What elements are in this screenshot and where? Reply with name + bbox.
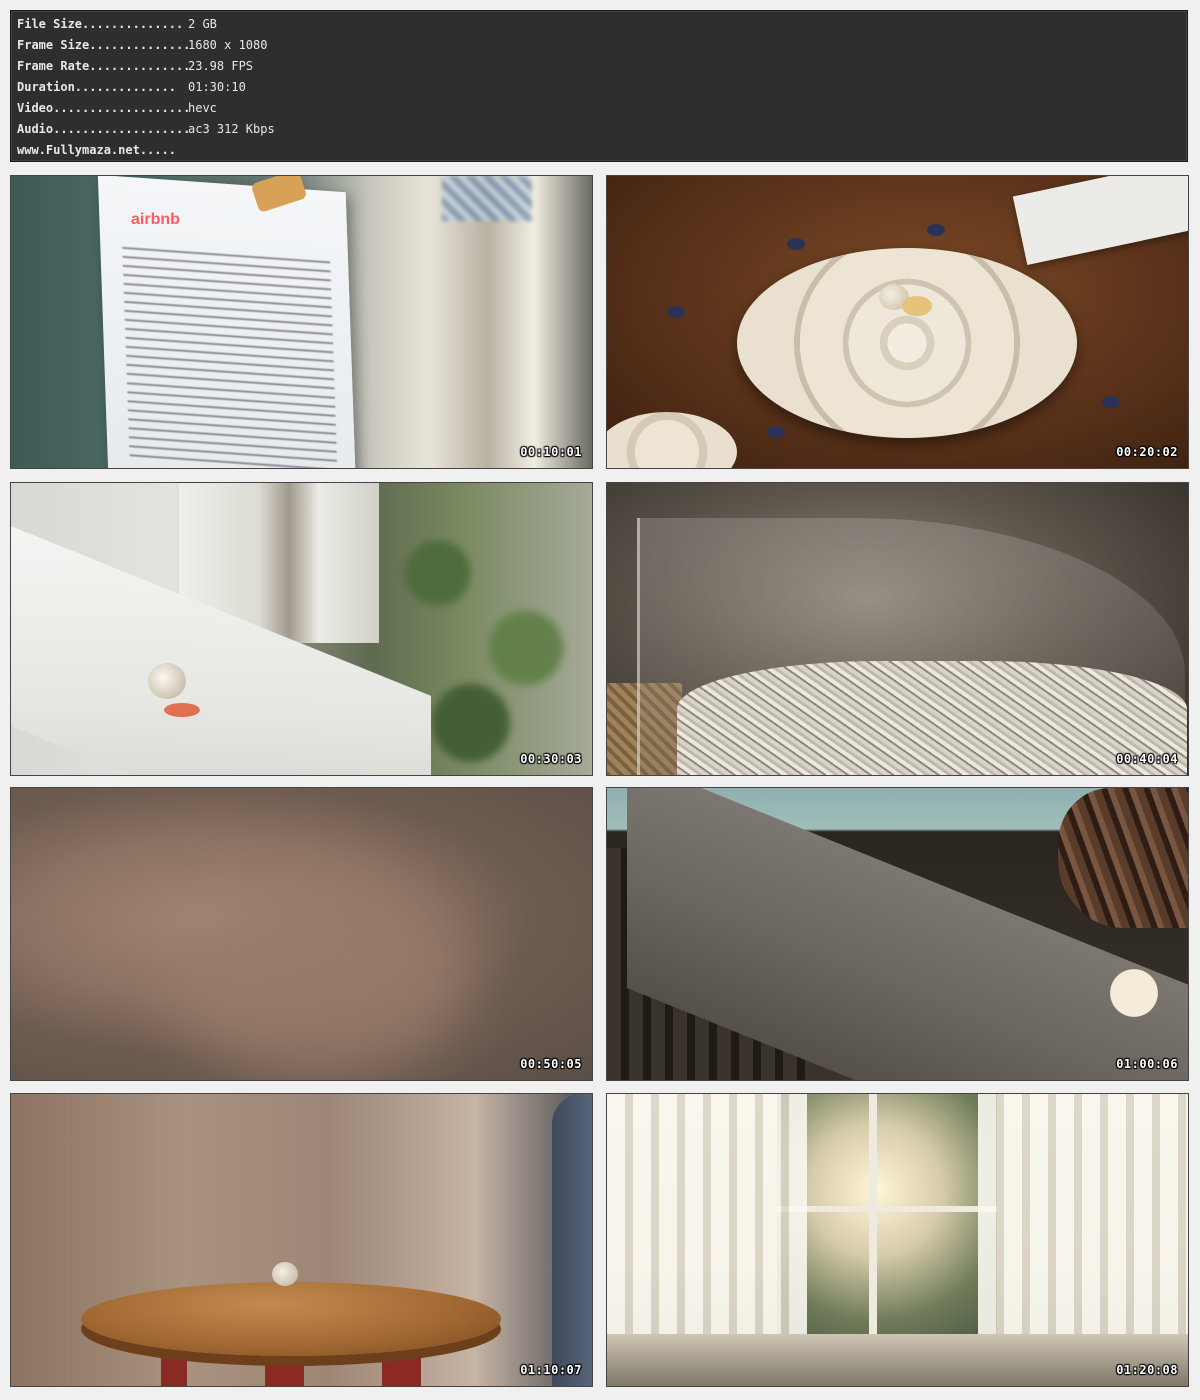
- thumbnail-4: 00:40:04: [606, 482, 1189, 776]
- timestamp: 00:50:05: [520, 1057, 582, 1071]
- doily-small: [607, 412, 737, 468]
- lavender-petal: [667, 306, 685, 318]
- info-value: hevc: [188, 101, 217, 115]
- thumbnail-2: 00:20:02: [606, 175, 1189, 469]
- lavender-petal: [927, 224, 945, 236]
- info-row-file-size: File Size.............. 2 GB: [17, 14, 1187, 35]
- info-label: File Size..............: [17, 17, 184, 31]
- info-value: 01:30:10: [188, 80, 246, 94]
- info-label: Frame Size..............: [17, 38, 188, 52]
- shell-character: [148, 663, 186, 699]
- info-row-duration: Duration.............. 01:30:10: [17, 77, 1187, 98]
- doily: [737, 248, 1077, 438]
- scene-window-sill: [11, 483, 592, 775]
- thumbnail-1: airbnb 00:10:01: [10, 175, 593, 469]
- scene-glass-tank: [607, 483, 1188, 775]
- timestamp: 01:20:08: [1116, 1363, 1178, 1377]
- info-row-frame-size: Frame Size.............. 1680 x 1080: [17, 35, 1187, 56]
- stool-seat: [81, 1282, 501, 1356]
- curtain-edge: [442, 176, 532, 221]
- info-label: Audio....................: [17, 122, 188, 136]
- shoe: [164, 703, 200, 717]
- scene-airbnb-notice: airbnb: [11, 176, 592, 468]
- curtain-left: [607, 1094, 807, 1364]
- scene-doily-table: [607, 176, 1188, 468]
- info-row-site: www.Fullymaza.net.....: [17, 140, 1187, 161]
- info-row-frame-rate: Frame Rate.............. 23.98 FPS: [17, 56, 1187, 77]
- info-value: ac3 312 Kbps: [188, 122, 275, 136]
- window-view: [777, 1094, 997, 1334]
- info-value: 2 GB: [188, 17, 217, 31]
- timestamp: 00:30:03: [520, 752, 582, 766]
- thumbnail-6: 01:00:06: [606, 787, 1189, 1081]
- info-row-audio: Audio.................... ac3 312 Kbps: [17, 119, 1187, 140]
- stool-legs: [161, 1354, 421, 1386]
- site-watermark: www.Fullymaza.net.....: [17, 143, 176, 157]
- window-sill: [607, 1334, 1188, 1386]
- tree-trunk: [1058, 788, 1188, 928]
- paper-sheet: [1012, 176, 1188, 265]
- info-row-video: Video.................... hevc: [17, 98, 1187, 119]
- timestamp: 00:20:02: [1116, 445, 1178, 459]
- scene-stool: [11, 1094, 592, 1386]
- thumbnail-3: 00:30:03: [10, 482, 593, 776]
- info-label: Video....................: [17, 101, 188, 115]
- lavender-petal: [787, 238, 805, 250]
- airbnb-logo: airbnb: [131, 211, 180, 228]
- thumbnail-8: 01:20:08: [606, 1093, 1189, 1387]
- media-info-panel: File Size.............. 2 GB Frame Size..…: [10, 10, 1188, 162]
- flower: [1098, 953, 1188, 1033]
- curtain-right: [978, 1094, 1188, 1364]
- info-label: Duration..............: [17, 80, 176, 94]
- scene-wooden-railing: [607, 788, 1188, 1080]
- timestamp: 01:10:07: [520, 1363, 582, 1377]
- paper-shavings: [677, 661, 1187, 775]
- blur-shape: [171, 878, 471, 1078]
- person-silhouette: [552, 1094, 592, 1386]
- scene-curtained-window: [607, 1094, 1188, 1386]
- timestamp: 01:00:06: [1116, 1057, 1178, 1071]
- info-label: Frame Rate..............: [17, 59, 188, 73]
- notice-text-lines: [122, 246, 338, 468]
- info-value: 23.98 FPS: [188, 59, 254, 73]
- window-mullion: [869, 1094, 877, 1334]
- info-value: 1680 x 1080: [188, 38, 268, 52]
- timestamp: 00:40:04: [1116, 752, 1178, 766]
- lavender-petal: [767, 426, 785, 438]
- thumbnail-7: 01:10:07: [10, 1093, 593, 1387]
- timestamp: 00:10:01: [520, 445, 582, 459]
- lavender-petal: [1102, 396, 1120, 408]
- thumbnail-5: 00:50:05: [10, 787, 593, 1081]
- scene-blur: [11, 788, 592, 1080]
- shell-character: [272, 1262, 298, 1286]
- pasta-shell: [902, 296, 932, 316]
- window-mullion: [777, 1206, 997, 1212]
